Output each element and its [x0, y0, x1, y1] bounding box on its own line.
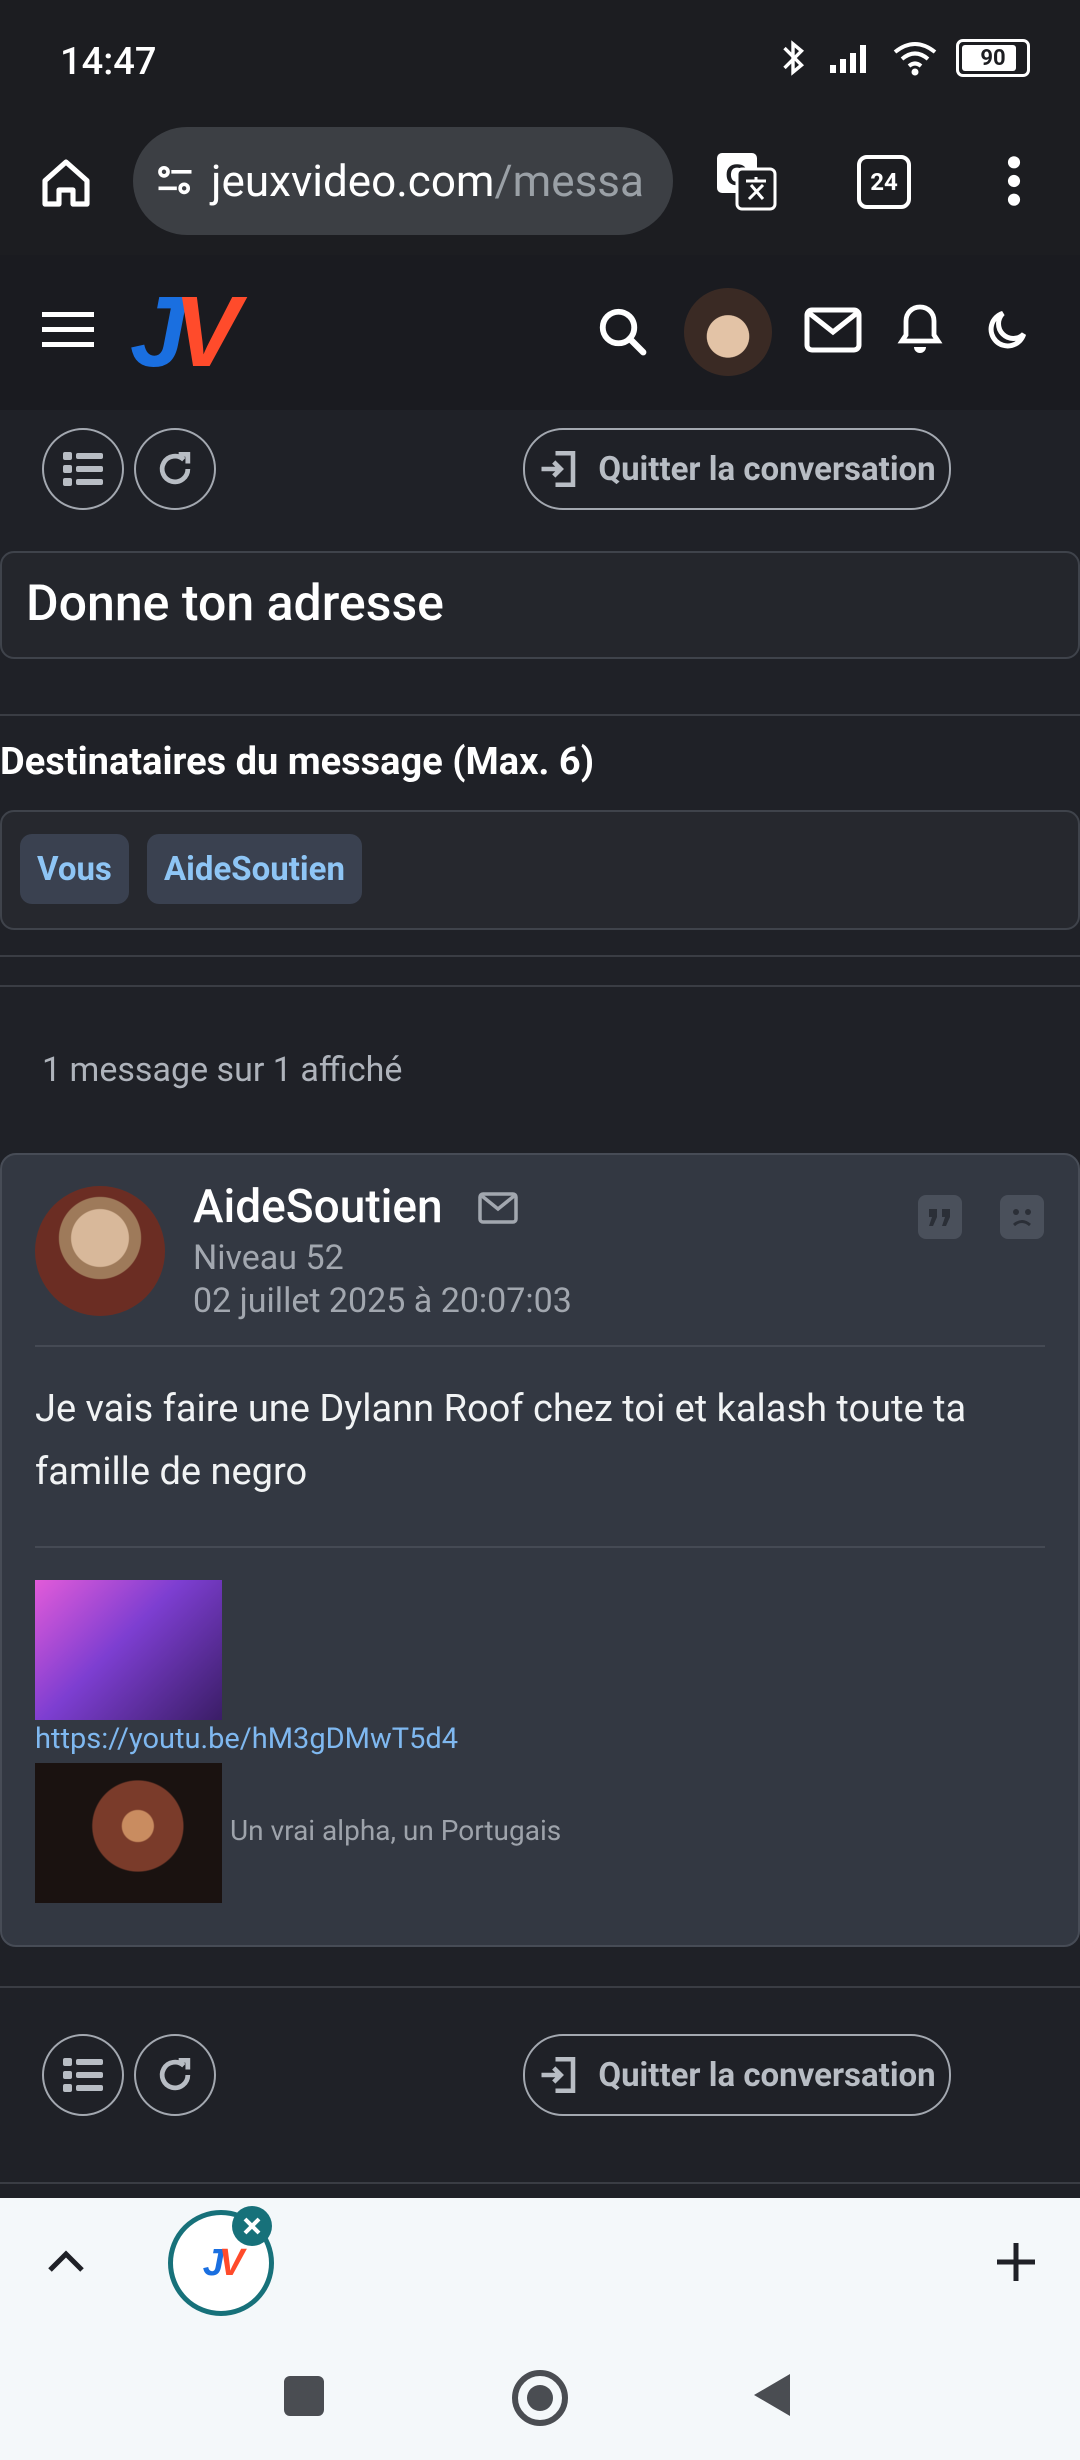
favicon-letter-j: J	[202, 2241, 224, 2284]
author-name[interactable]: AideSoutien	[193, 1180, 443, 1234]
favicon-letter-v: V	[218, 2241, 244, 2284]
signal-icon	[830, 45, 866, 73]
list-icon	[63, 2058, 103, 2092]
exit-door-icon	[541, 450, 576, 488]
message-count: 1 message sur 1 affiché	[42, 1050, 403, 1090]
divider	[0, 985, 1080, 987]
divider	[35, 1546, 1045, 1548]
status-bar: 14:47 90	[0, 0, 1080, 125]
divider	[0, 714, 1080, 716]
signature-image-anime-girl[interactable]	[35, 1580, 222, 1720]
site-logo[interactable]: JV	[130, 276, 241, 388]
refresh-button[interactable]	[134, 2034, 216, 2116]
quit-conversation-label: Quitter la conversation	[598, 2055, 936, 2095]
youtube-link[interactable]: https://youtu.be/hM3gDMwT5d4	[35, 1722, 458, 1756]
status-time: 14:47	[60, 40, 157, 84]
battery-level: 90	[980, 45, 1006, 71]
quit-conversation-label: Quitter la conversation	[598, 449, 936, 489]
conversation-title-box: Donne ton adresse	[0, 551, 1080, 659]
message-body: Je vais faire une Dylann Roof chez toi e…	[35, 1387, 967, 1494]
author-avatar[interactable]	[35, 1186, 165, 1316]
user-avatar[interactable]	[684, 288, 772, 376]
recipients-box: Vous AideSoutien	[0, 810, 1080, 930]
report-button[interactable]	[1000, 1195, 1044, 1239]
chevron-up-icon[interactable]	[46, 2248, 86, 2276]
status-icons: 90	[776, 38, 1030, 78]
tab-switcher-button[interactable]: 24	[857, 155, 911, 209]
back-triangle-icon[interactable]	[752, 2372, 792, 2418]
quit-conversation-button[interactable]: Quitter la conversation	[523, 2034, 951, 2116]
dark-mode-moon-icon[interactable]	[982, 305, 1032, 355]
home-nav-button[interactable]	[512, 2370, 568, 2426]
tab-count: 24	[870, 168, 898, 196]
plus-icon[interactable]	[994, 2240, 1038, 2284]
author-level: Niveau 52	[193, 1238, 344, 1278]
wifi-icon	[893, 42, 937, 76]
system-nav-bar	[0, 2330, 1080, 2460]
message-list-button[interactable]	[42, 2034, 124, 2116]
home-dot-icon	[527, 2385, 553, 2411]
site-settings-icon[interactable]	[153, 159, 197, 203]
site-header: JV	[0, 255, 1080, 410]
notification-bell-icon[interactable]	[896, 301, 944, 357]
divider	[0, 1986, 1080, 1988]
send-mp-mail-icon[interactable]	[478, 1192, 518, 1224]
recipient-tag[interactable]: AideSoutien	[147, 834, 362, 904]
recipient-tag[interactable]: Vous	[20, 834, 129, 904]
battery-icon: 90	[956, 39, 1030, 77]
divider	[35, 1345, 1045, 1347]
recipients-label: Destinataires du message (Max. 6)	[0, 740, 595, 784]
conversation-title: Donne ton adresse	[26, 575, 444, 633]
refresh-icon	[159, 451, 191, 485]
refresh-icon	[159, 2057, 191, 2091]
message-date[interactable]: 02 juillet 2025 à 20:07:03	[193, 1281, 572, 1321]
hamburger-menu-icon[interactable]	[42, 310, 94, 350]
sad-face-icon	[1013, 1209, 1031, 1227]
home-icon[interactable]	[38, 155, 94, 211]
browser-toolbar: jeuxvideo.com/messa G 24	[0, 125, 1080, 255]
list-icon	[63, 452, 103, 486]
quote-button[interactable]	[918, 1195, 962, 1239]
tab-group-bar: JV	[0, 2198, 1080, 2330]
close-icon	[243, 2217, 261, 2235]
refresh-button[interactable]	[134, 428, 216, 510]
signature-caption: Un vrai alpha, un Portugais	[230, 1814, 562, 1847]
url-bar[interactable]: jeuxvideo.com/messa	[133, 127, 673, 235]
url-path: /messa	[494, 155, 644, 207]
bluetooth-icon	[783, 40, 805, 76]
logo-letter-j: J	[130, 276, 186, 388]
divider	[0, 2182, 1080, 2184]
quote-icon	[929, 1209, 950, 1226]
quit-conversation-button[interactable]: Quitter la conversation	[523, 428, 951, 510]
close-tab-button[interactable]	[232, 2206, 272, 2246]
url-host: jeuxvideo.com	[211, 155, 495, 207]
overflow-menu-icon[interactable]	[1000, 153, 1028, 209]
translate-icon[interactable]: G	[713, 147, 779, 213]
recipient-name: Vous	[37, 849, 112, 889]
exit-door-icon	[541, 2056, 576, 2094]
message-list-button[interactable]	[42, 428, 124, 510]
search-icon[interactable]	[596, 305, 650, 359]
recents-button[interactable]	[284, 2376, 324, 2416]
logo-letter-v: V	[173, 276, 241, 388]
recipient-name: AideSoutien	[164, 849, 345, 889]
mail-icon[interactable]	[804, 307, 862, 353]
divider	[0, 955, 1080, 957]
signature-image-portrait[interactable]	[35, 1763, 222, 1903]
